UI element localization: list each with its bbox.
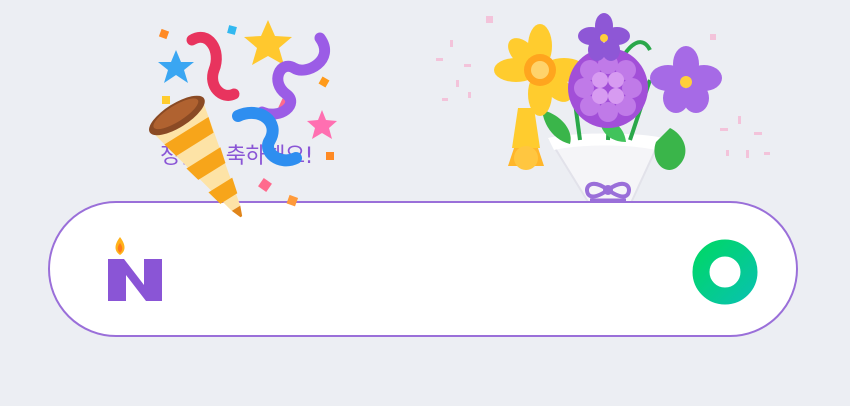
flower-bouquet-icon (494, 13, 722, 206)
search-o-icon[interactable] (692, 239, 758, 305)
search-input[interactable] (180, 243, 684, 301)
naver-n-logo-icon[interactable] (106, 235, 166, 301)
page: 정원을 축하해요! (0, 0, 850, 406)
party-popper-icon (149, 20, 337, 218)
